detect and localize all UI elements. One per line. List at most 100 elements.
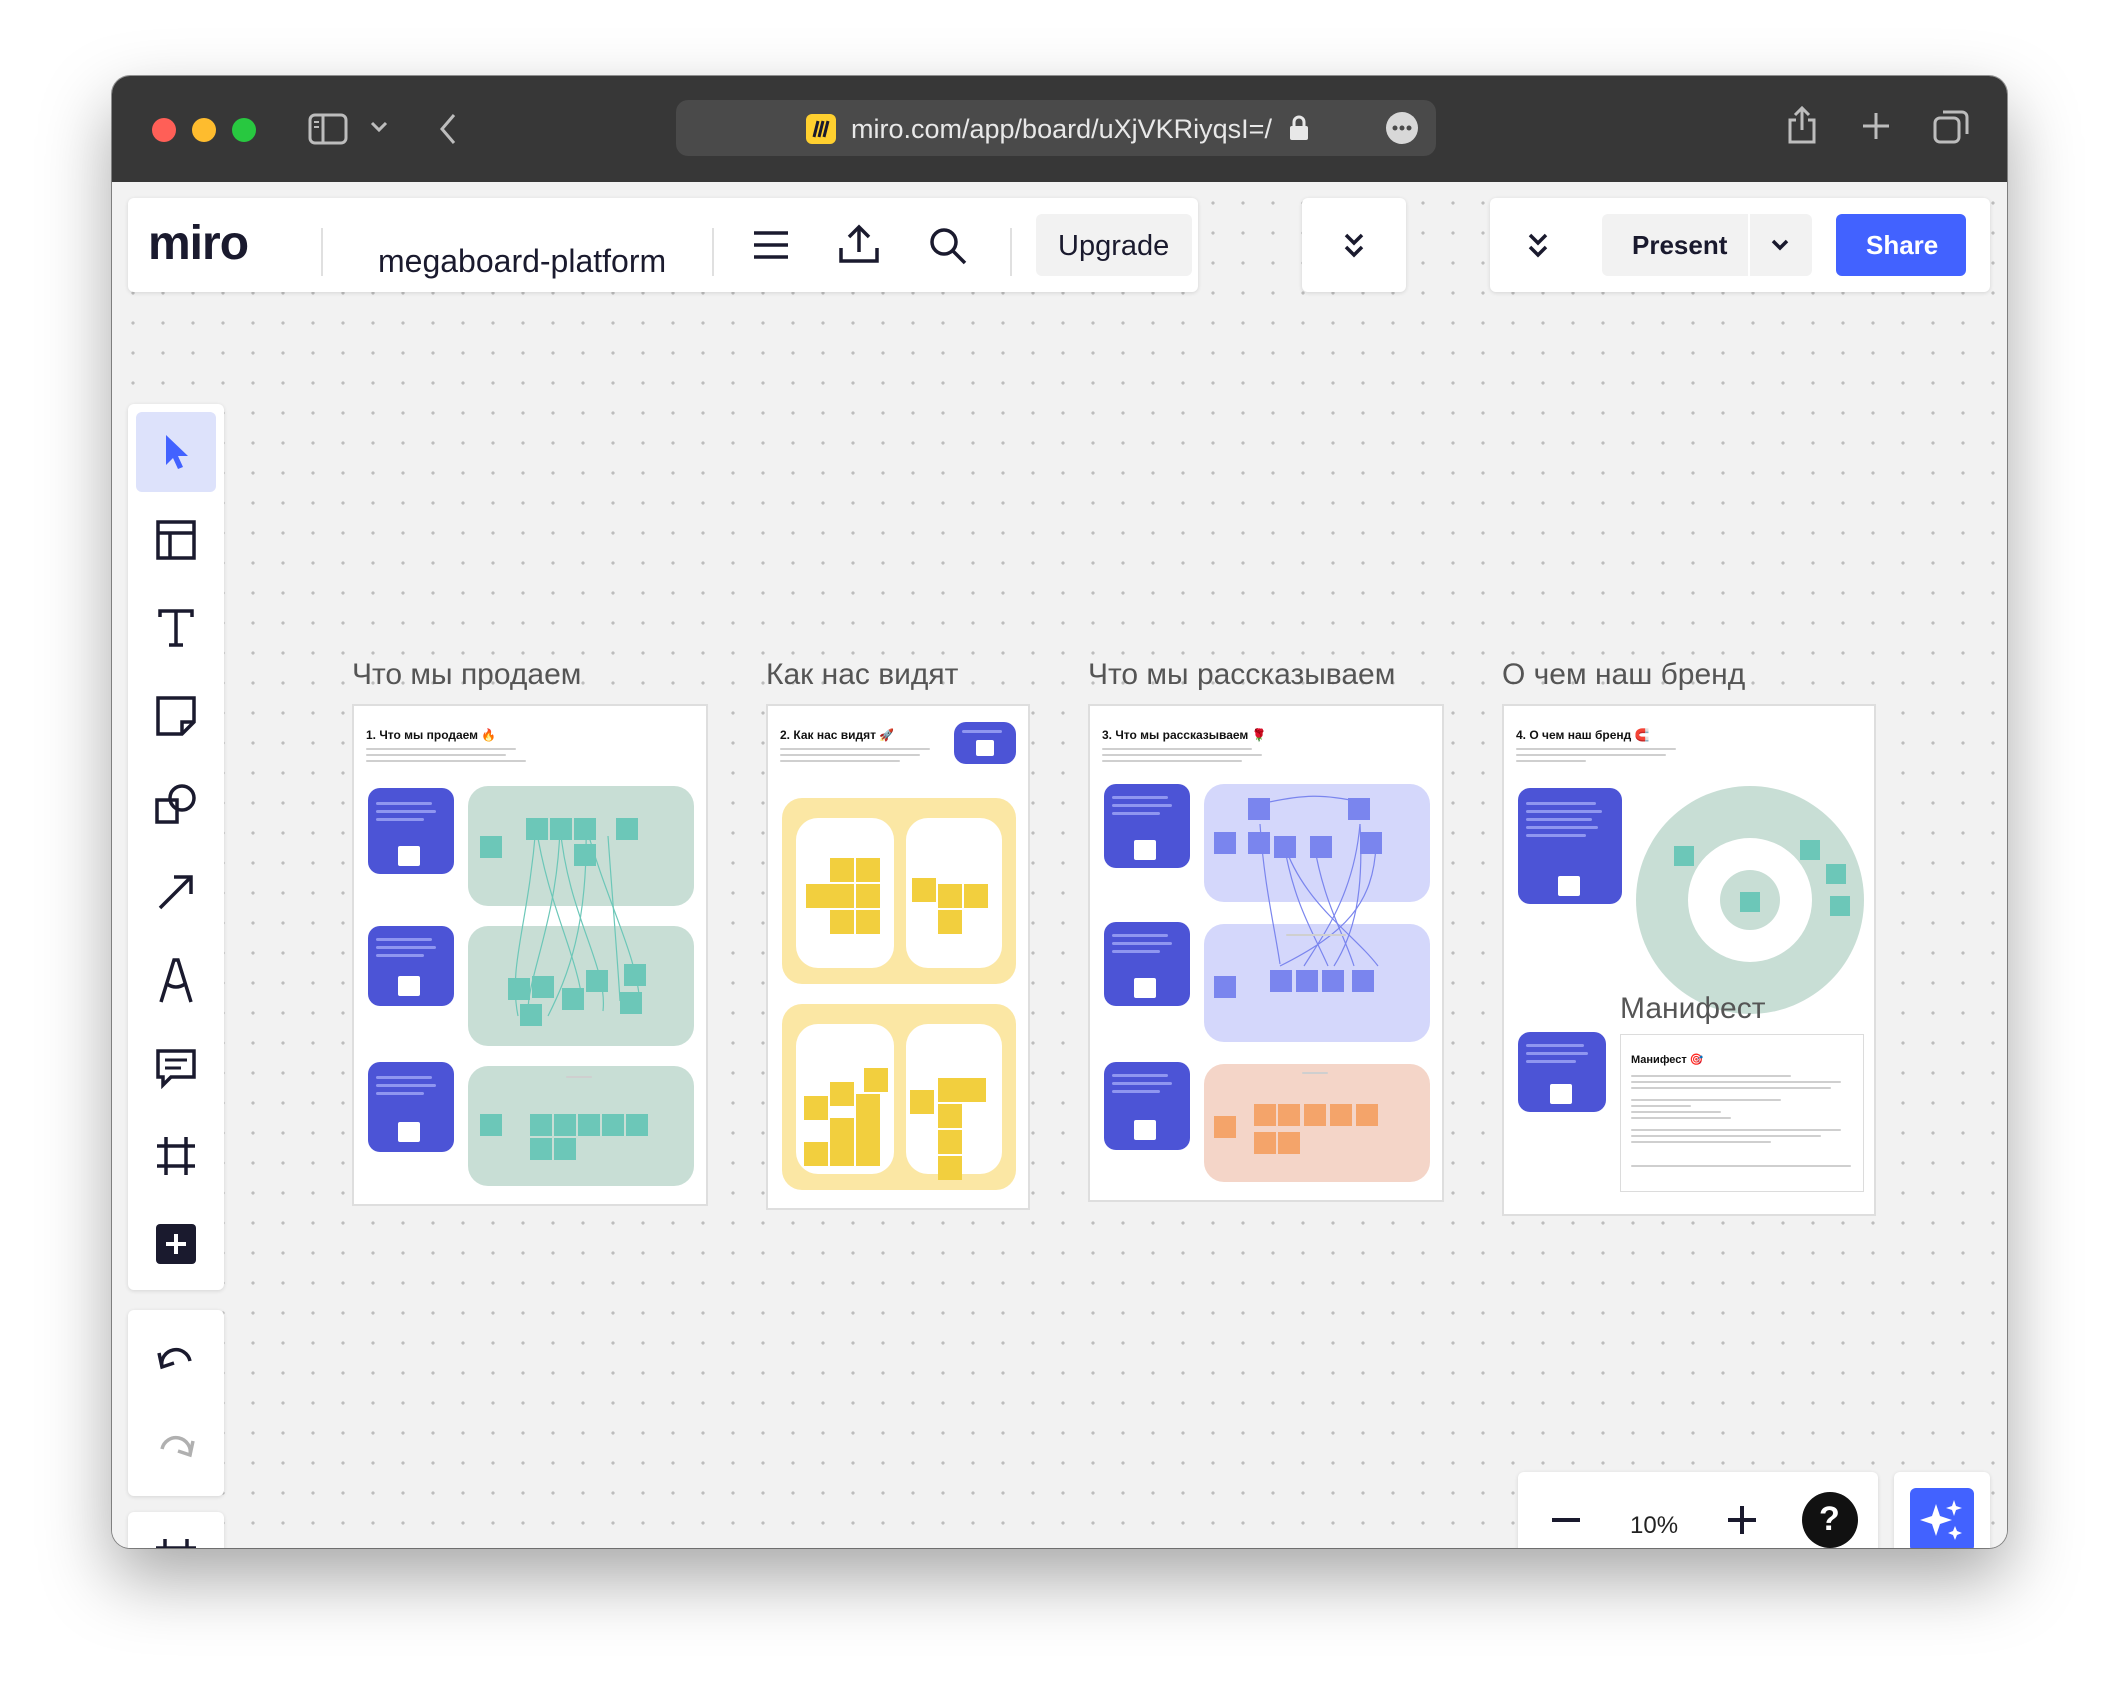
- export-icon[interactable]: [838, 224, 880, 264]
- back-arrow-icon[interactable]: [438, 112, 458, 146]
- sticky-note[interactable]: [1254, 1104, 1276, 1126]
- more-apps-tool[interactable]: [136, 1204, 216, 1284]
- share-browser-icon[interactable]: [1786, 104, 1818, 146]
- sticky-note[interactable]: [864, 1068, 888, 1092]
- tab-overview-icon[interactable]: [1932, 108, 1970, 146]
- sticky-note[interactable]: [1214, 976, 1236, 998]
- select-tool[interactable]: [136, 412, 216, 492]
- minimize-window-button[interactable]: [192, 118, 216, 142]
- sticky-note[interactable]: [1254, 1132, 1276, 1154]
- sticky-note[interactable]: [1360, 832, 1382, 854]
- zoom-level[interactable]: 10%: [1630, 1512, 1678, 1540]
- sticky-note[interactable]: [1278, 1132, 1300, 1154]
- description-card[interactable]: [368, 788, 454, 874]
- sticky-note[interactable]: [938, 1078, 962, 1102]
- sticky-note[interactable]: [554, 1138, 576, 1160]
- chevron-down-icon[interactable]: [1770, 238, 1790, 252]
- sticky-note[interactable]: [520, 1004, 542, 1026]
- sticky-note[interactable]: [910, 1090, 934, 1114]
- sticky-note[interactable]: [526, 818, 548, 840]
- menu-icon[interactable]: [752, 230, 790, 260]
- description-card[interactable]: [368, 1062, 454, 1152]
- sticky-note[interactable]: [1330, 1104, 1352, 1126]
- undo-button[interactable]: [136, 1318, 216, 1398]
- frame-label[interactable]: Что мы продаем: [352, 658, 581, 692]
- sticky-note[interactable]: [1248, 832, 1270, 854]
- sticky-note[interactable]: [964, 884, 988, 908]
- sticky-note[interactable]: [1674, 846, 1694, 866]
- frame-label[interactable]: О чем наш бренд: [1502, 658, 1745, 692]
- shapes-tool[interactable]: [136, 764, 216, 844]
- upgrade-button[interactable]: Upgrade: [1036, 214, 1192, 276]
- url-text[interactable]: miro.com/app/board/uXjVKRiyqsI=/: [851, 114, 1272, 145]
- sticky-note[interactable]: [856, 1094, 880, 1118]
- chevron-down-icon[interactable]: [370, 120, 388, 134]
- ai-assist-button[interactable]: [1910, 1488, 1974, 1548]
- sticky-note[interactable]: [1800, 840, 1820, 860]
- sticky-note[interactable]: [1356, 1104, 1378, 1126]
- sticky-note[interactable]: [1304, 1104, 1326, 1126]
- sticky-note[interactable]: [578, 1114, 600, 1136]
- sticky-note[interactable]: [938, 884, 962, 908]
- frame-what-we-tell[interactable]: 3. Что мы рассказываем 🌹: [1088, 704, 1444, 1202]
- sticky-note[interactable]: [830, 910, 854, 934]
- frame-label[interactable]: Что мы рассказываем: [1088, 658, 1395, 692]
- description-card[interactable]: [1104, 1062, 1190, 1150]
- pen-tool[interactable]: [136, 940, 216, 1020]
- sticky-note[interactable]: [830, 1142, 854, 1166]
- sticky-note[interactable]: [1348, 798, 1370, 820]
- search-icon[interactable]: [928, 226, 968, 266]
- sticky-note[interactable]: [1214, 832, 1236, 854]
- double-chevron-down-icon[interactable]: [1526, 232, 1550, 260]
- sticky-note[interactable]: [574, 818, 596, 840]
- sticky-note[interactable]: [574, 844, 596, 866]
- sticky-note[interactable]: [1270, 970, 1292, 992]
- sticky-note[interactable]: [1740, 892, 1760, 912]
- miro-logo[interactable]: miro: [148, 220, 249, 268]
- frame-tool[interactable]: [136, 1116, 216, 1196]
- frame-what-we-sell[interactable]: 1. Что мы продаем 🔥: [352, 704, 708, 1206]
- description-card[interactable]: [1104, 922, 1190, 1006]
- sticky-note[interactable]: [480, 836, 502, 858]
- sticky-note[interactable]: [1352, 970, 1374, 992]
- sticky-note[interactable]: [856, 884, 880, 908]
- sticky-note[interactable]: [508, 978, 530, 1000]
- sticky-note[interactable]: [856, 858, 880, 882]
- board-canvas[interactable]: miro megaboard-platform Upgrade Present …: [112, 182, 2007, 1548]
- present-button[interactable]: Present: [1632, 230, 1727, 261]
- sticky-note[interactable]: [530, 1114, 552, 1136]
- sticky-note[interactable]: [532, 976, 554, 998]
- sticky-note[interactable]: [586, 970, 608, 992]
- sticky-note[interactable]: [1830, 896, 1850, 916]
- new-tab-icon[interactable]: [1860, 110, 1892, 142]
- sticky-note[interactable]: [1214, 1116, 1236, 1138]
- sticky-note[interactable]: [1310, 836, 1332, 858]
- sticky-note[interactable]: [856, 1142, 880, 1166]
- sticky-note[interactable]: [806, 884, 830, 908]
- board-name[interactable]: megaboard-platform: [378, 243, 666, 280]
- sticky-note[interactable]: [830, 1118, 854, 1142]
- sticky-note[interactable]: [562, 988, 584, 1010]
- manifest-card[interactable]: Манифест 🎯: [1620, 1034, 1864, 1192]
- redo-button[interactable]: [136, 1406, 216, 1486]
- manifest-label[interactable]: Манифест: [1620, 992, 1765, 1026]
- frame-what-our-brand-is-about[interactable]: 4. О чем наш бренд 🧲 Манифест Манифест 🎯: [1502, 704, 1876, 1216]
- frames-panel-button[interactable]: [136, 1519, 216, 1548]
- close-window-button[interactable]: [152, 118, 176, 142]
- sticky-note[interactable]: [856, 910, 880, 934]
- sticky-note[interactable]: [1322, 970, 1344, 992]
- sticky-note[interactable]: [1826, 864, 1846, 884]
- description-card[interactable]: [1104, 784, 1190, 868]
- sticky-note[interactable]: [804, 1096, 828, 1120]
- description-card[interactable]: [368, 926, 454, 1006]
- templates-tool[interactable]: [136, 500, 216, 580]
- sticky-note[interactable]: [530, 1138, 552, 1160]
- connection-line-tool[interactable]: [136, 852, 216, 932]
- sticky-note[interactable]: [938, 1104, 962, 1128]
- sticky-note[interactable]: [554, 1114, 576, 1136]
- sticky-note[interactable]: [962, 1078, 986, 1102]
- sticky-note[interactable]: [1296, 970, 1318, 992]
- sidebar-toggle-icon[interactable]: [308, 112, 348, 146]
- sticky-note[interactable]: [804, 1142, 828, 1166]
- sticky-note[interactable]: [550, 818, 572, 840]
